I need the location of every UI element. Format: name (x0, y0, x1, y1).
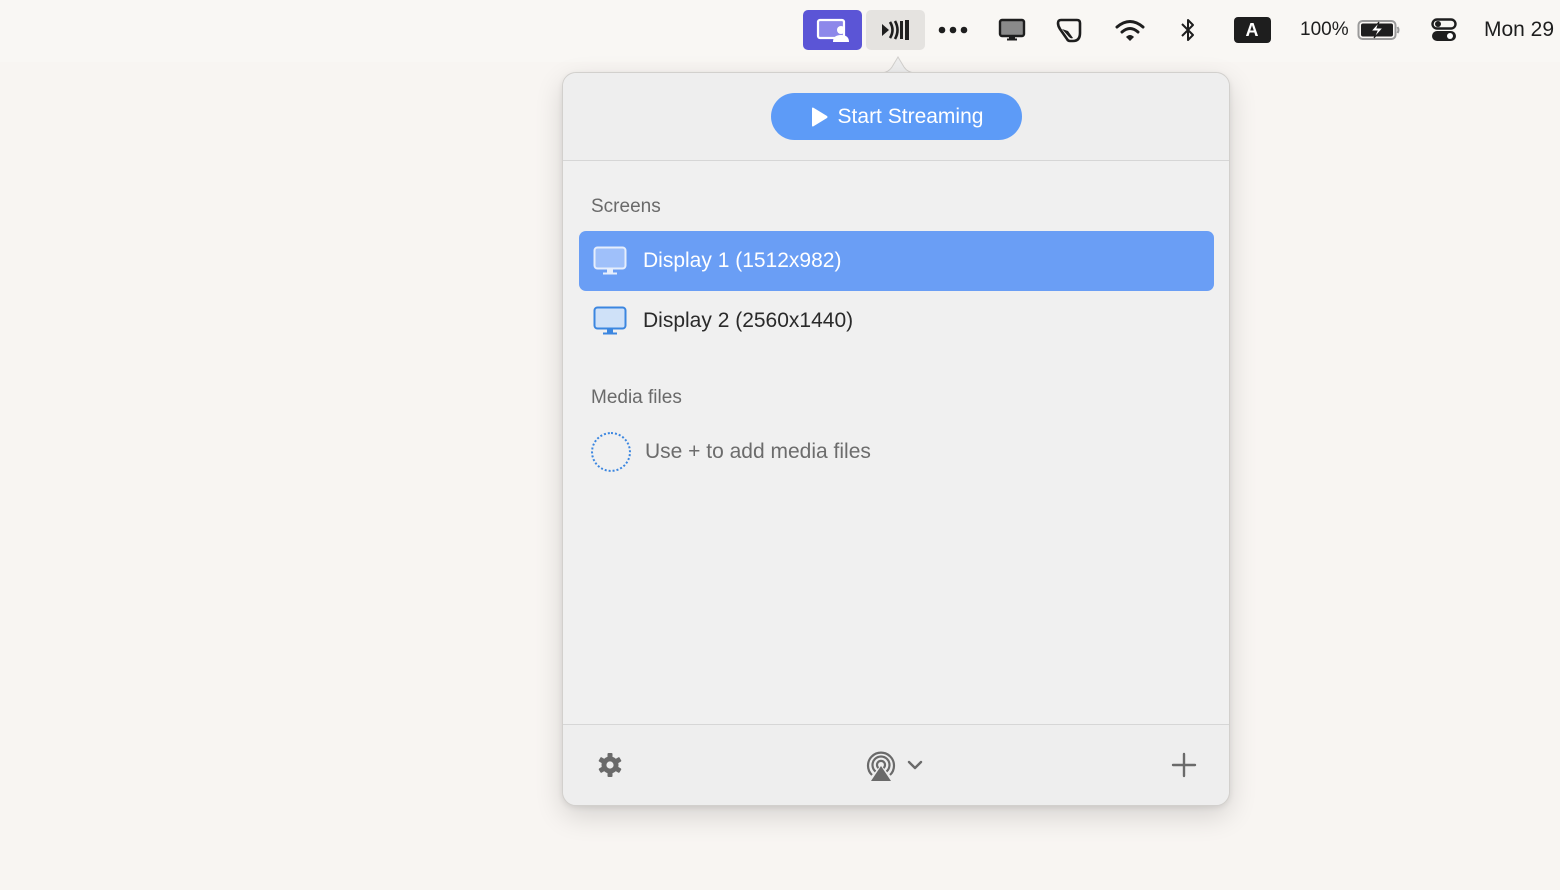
cast-waves-icon (881, 20, 909, 40)
screen-item-display-1[interactable]: Display 1 (1512x982) (579, 231, 1214, 291)
monitor-icon (593, 246, 627, 275)
menu-clock[interactable]: Mon 29 (1484, 10, 1560, 50)
settings-button[interactable] (593, 747, 627, 783)
bluetooth-icon (1181, 19, 1194, 41)
more-menu[interactable] (936, 10, 970, 50)
ellipsis-icon (938, 26, 968, 34)
start-streaming-button[interactable]: Start Streaming (771, 93, 1022, 140)
plus-icon (1171, 752, 1197, 778)
bluetooth-menu[interactable] (1174, 10, 1202, 50)
monitor-icon (593, 306, 627, 335)
popover-arrow (880, 56, 916, 74)
popover-header: Start Streaming (563, 73, 1229, 161)
hook-icon (1056, 18, 1082, 43)
wifi-menu[interactable] (1112, 10, 1148, 50)
hook-menu[interactable] (1052, 10, 1086, 50)
streaming-app-menu[interactable] (866, 10, 925, 50)
screen-person-icon (816, 18, 849, 42)
battery-percent[interactable]: 100% (1300, 10, 1352, 50)
start-streaming-label: Start Streaming (837, 104, 984, 128)
battery-menu[interactable] (1356, 10, 1402, 50)
battery-charging-icon (1357, 20, 1400, 40)
play-icon (811, 107, 828, 126)
monitor-icon (998, 18, 1026, 41)
input-source-icon: A (1233, 17, 1271, 43)
menu-bar: A 100% Mon 29 (0, 0, 1560, 62)
chevron-down-icon (907, 760, 923, 770)
media-section-label: Media files (591, 387, 682, 408)
airplay-icon (866, 751, 896, 781)
media-empty-state: Use + to add media files (591, 431, 871, 473)
airplay-target-dropdown[interactable] (855, 747, 931, 783)
screen-item-display-2[interactable]: Display 2 (2560x1440) (579, 291, 1214, 351)
screen-item-label: Display 1 (1512x982) (643, 249, 842, 272)
wifi-icon (1115, 20, 1145, 41)
control-center-menu[interactable] (1428, 10, 1460, 50)
gear-icon (598, 753, 622, 777)
input-source-menu[interactable]: A (1233, 10, 1271, 50)
display-menu[interactable] (995, 10, 1029, 50)
streaming-popover: Start Streaming Screens Display 1 (1512x… (562, 72, 1230, 806)
screen-share-app-menu[interactable] (803, 10, 862, 50)
toggle-switches-icon (1431, 18, 1457, 41)
screen-item-label: Display 2 (2560x1440) (643, 309, 854, 332)
popover-footer (563, 724, 1229, 805)
media-empty-hint: Use + to add media files (645, 440, 871, 463)
add-media-button[interactable] (1167, 747, 1201, 783)
screens-section-label: Screens (591, 196, 661, 217)
dashed-circle-icon (591, 432, 631, 472)
